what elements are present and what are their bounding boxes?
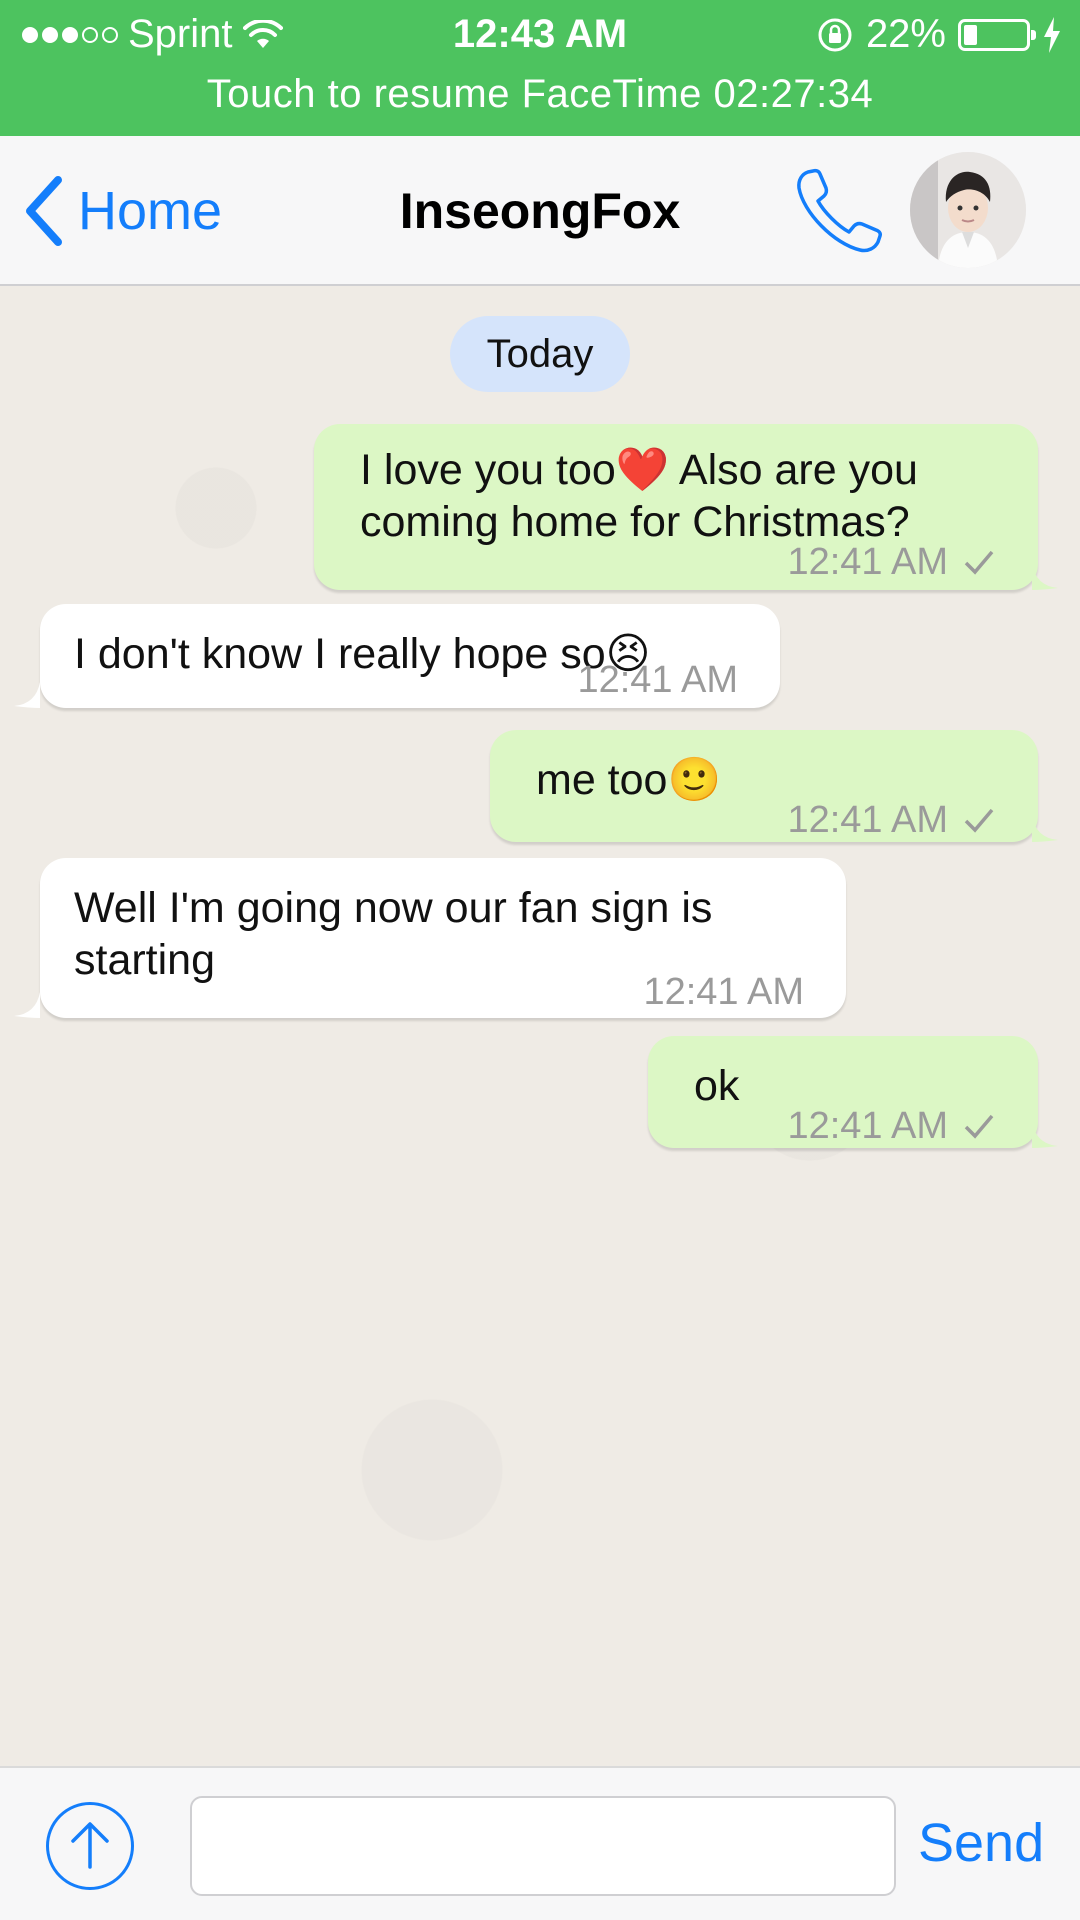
- message-bubble-incoming[interactable]: Well I'm going now our fan sign is start…: [14, 858, 846, 1018]
- message-meta: 12:41 AM: [787, 536, 994, 588]
- phone-icon: [797, 168, 882, 253]
- chevron-left-icon: [26, 176, 62, 246]
- back-label: Home: [78, 181, 223, 241]
- back-button[interactable]: Home: [24, 176, 222, 246]
- battery-percent: 22%: [865, 12, 946, 56]
- message-text: me too🙂: [536, 756, 721, 804]
- call-button[interactable]: [794, 164, 886, 256]
- chat-thread[interactable]: Today I love you too❤️ Also are you comi…: [0, 286, 1080, 1766]
- send-button[interactable]: Send: [918, 1812, 1044, 1874]
- avatar-image: [910, 152, 1026, 268]
- message-text: I don't know I really hope so😣: [74, 630, 651, 678]
- bubble-tail: [1032, 564, 1058, 590]
- chat-header: Home InseongFox: [0, 136, 1080, 286]
- message-meta: 12:41 AM: [643, 966, 804, 1018]
- message-text: I love you too❤️ Also are you coming hom…: [360, 446, 918, 546]
- message-bubble-outgoing[interactable]: ok 12:41 AM: [648, 1036, 1058, 1148]
- message-bubble-outgoing[interactable]: I love you too❤️ Also are you coming hom…: [314, 424, 1058, 590]
- message-time: 12:41 AM: [787, 799, 948, 841]
- message-time: 12:41 AM: [577, 659, 738, 701]
- message-bubble-incoming[interactable]: I don't know I really hope so😣 12:41 AM: [14, 604, 780, 708]
- bubble-tail: [1032, 1122, 1058, 1148]
- bubble-tail: [14, 682, 40, 708]
- message-time: 12:41 AM: [787, 541, 948, 583]
- battery-icon: [958, 18, 1036, 51]
- arrow-up-icon: [71, 1822, 109, 1869]
- checkmark-icon: [964, 808, 994, 833]
- bubble-tail: [1032, 816, 1058, 842]
- message-text: ok: [694, 1062, 740, 1110]
- message-time: 12:41 AM: [787, 1105, 948, 1147]
- checkmark-icon: [964, 1114, 994, 1139]
- message-bubble-outgoing[interactable]: me too🙂 12:41 AM: [490, 730, 1058, 842]
- status-bar: Sprint 12:43 AM 22% Touch to resume Face…: [0, 0, 1080, 136]
- checkmark-icon: [964, 550, 994, 575]
- attach-button[interactable]: [46, 1802, 134, 1890]
- message-input[interactable]: [190, 1796, 896, 1896]
- date-separator: Today: [450, 316, 630, 392]
- status-row: Sprint 12:43 AM 22%: [0, 0, 1080, 72]
- rotation-lock-icon: [818, 18, 852, 51]
- charging-bolt-icon: [1044, 16, 1060, 53]
- facetime-resume-banner[interactable]: Touch to resume FaceTime 02:27:34: [0, 72, 1080, 117]
- contact-avatar[interactable]: [910, 152, 1026, 268]
- message-meta: 12:41 AM: [787, 794, 994, 846]
- message-meta: 12:41 AM: [577, 654, 738, 706]
- compose-bar: Send: [0, 1766, 1080, 1920]
- bubble-tail: [14, 992, 40, 1018]
- message-meta: 12:41 AM: [787, 1100, 994, 1152]
- message-text: Well I'm going now our fan sign is start…: [74, 884, 713, 984]
- status-right: 22%: [816, 12, 1062, 57]
- message-time: 12:41 AM: [643, 971, 804, 1013]
